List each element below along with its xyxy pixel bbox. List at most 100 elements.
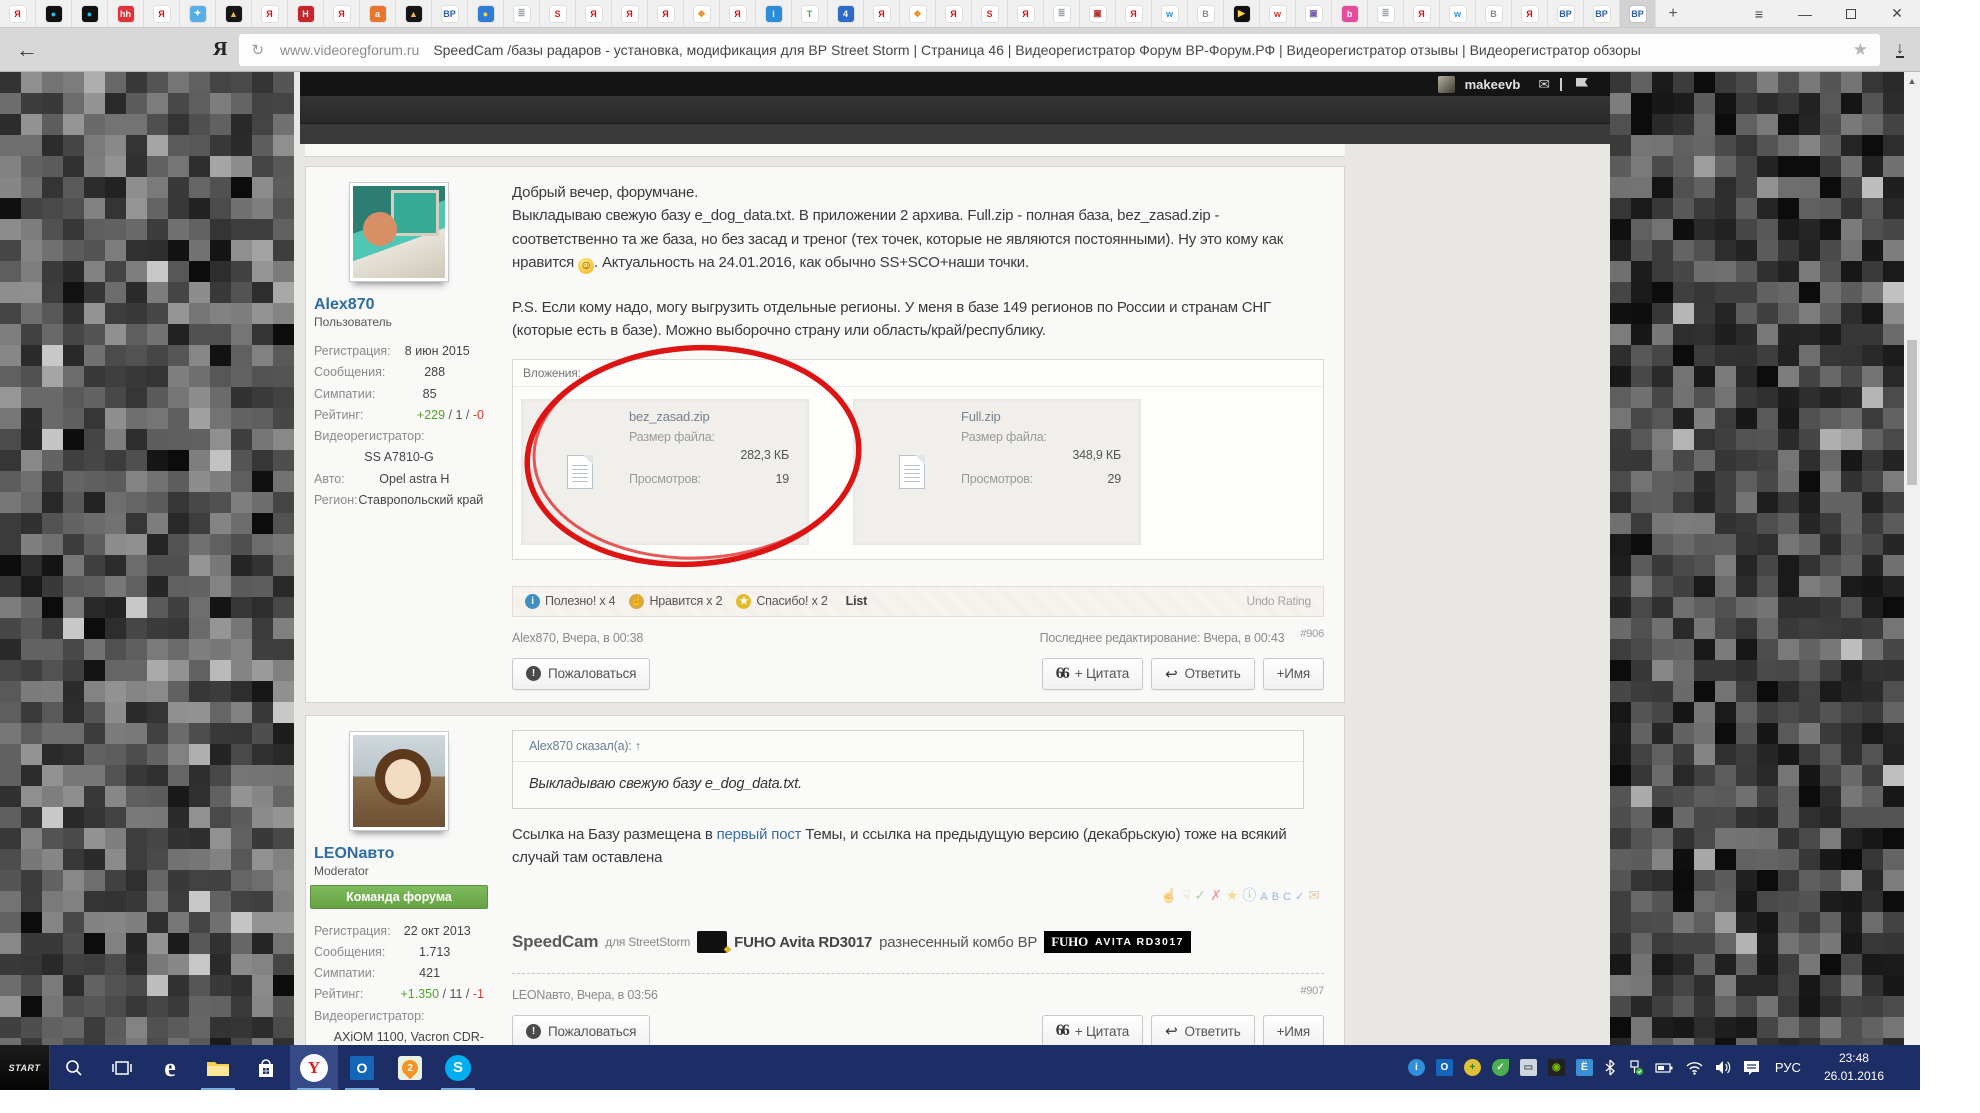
browser-tab[interactable]: Я	[612, 0, 648, 27]
moderator-rating-icons[interactable]: ☝☟✓✗★ⓘABC✓✉	[512, 885, 1324, 905]
browser-tab[interactable]: ◆	[900, 0, 936, 27]
file-explorer-button[interactable]	[194, 1045, 242, 1090]
reply-button[interactable]: ↩Ответить	[1151, 658, 1254, 690]
browser-tab[interactable]: Я	[720, 0, 756, 27]
account-name[interactable]: makeevb	[1465, 77, 1521, 92]
nvidia-icon[interactable]: ◉	[1548, 1059, 1565, 1076]
username-link[interactable]: LEONавто	[314, 845, 484, 863]
action-center-icon[interactable]	[1743, 1060, 1760, 1076]
hidden-icons-button[interactable]: i	[1408, 1059, 1425, 1076]
browser-tab[interactable]: BP	[1620, 0, 1656, 27]
browser-tab[interactable]: Я	[1404, 0, 1440, 27]
avatar[interactable]	[349, 731, 449, 831]
signature-speedcam-link[interactable]: SpeedCam	[512, 932, 598, 952]
report-button[interactable]: !Пожаловаться	[512, 658, 650, 690]
window-close-button[interactable]: ✕	[1874, 0, 1920, 27]
browser-tab[interactable]: Я	[0, 0, 36, 27]
browser-tab[interactable]: Я	[144, 0, 180, 27]
browser-tab[interactable]: S	[540, 0, 576, 27]
browser-tab[interactable]: ▣	[1080, 0, 1116, 27]
browser-tab[interactable]: Я	[1116, 0, 1152, 27]
taskbar-clock[interactable]: 23:48 26.01.2016	[1824, 1050, 1884, 1085]
url-box[interactable]: ↻ www.videoregforum.ru SpeedCam /базы ра…	[239, 34, 1880, 66]
translator-icon[interactable]: Ё	[1576, 1059, 1593, 1076]
browser-tab[interactable]: BP	[432, 0, 468, 27]
yandex-browser-button[interactable]: Y	[290, 1045, 338, 1090]
box-icon[interactable]: ✉	[1308, 887, 1324, 903]
name-button[interactable]: +Имя	[1263, 658, 1324, 690]
browser-tab[interactable]: ●	[72, 0, 108, 27]
post-number[interactable]: #907	[1300, 985, 1324, 997]
yandex-logo[interactable]: Я	[213, 38, 227, 61]
post-number[interactable]: #906	[1300, 628, 1324, 640]
bookmark-star-icon[interactable]: ★	[1853, 40, 1868, 60]
browser-tab[interactable]: Я	[1008, 0, 1044, 27]
browser-tab[interactable]: ≣	[1044, 0, 1080, 27]
browser-tab[interactable]: ▶	[1224, 0, 1260, 27]
language-indicator[interactable]: РУС	[1775, 1060, 1801, 1075]
browser-tab[interactable]: a	[360, 0, 396, 27]
browser-tab[interactable]: BP	[1584, 0, 1620, 27]
touchpad-icon[interactable]: ▭	[1520, 1059, 1537, 1076]
name-button[interactable]: +Имя	[1263, 1015, 1324, 1047]
browser-tab[interactable]: ≣	[504, 0, 540, 27]
attachment-filename[interactable]: Full.zip	[961, 409, 1127, 424]
edge-button[interactable]: e	[146, 1045, 194, 1090]
battery-icon[interactable]	[1655, 1059, 1674, 1076]
browser-tab[interactable]: B	[1188, 0, 1224, 27]
start-button[interactable]: START	[0, 1045, 50, 1090]
windows-store-button[interactable]	[242, 1045, 290, 1090]
browser-tab[interactable]: BP	[1548, 0, 1584, 27]
browser-tab[interactable]: S	[972, 0, 1008, 27]
undo-rating-link[interactable]: Undo Rating	[1246, 594, 1311, 608]
post-author-date[interactable]: LEONавто, Вчера, в 03:56	[512, 988, 658, 1002]
browser-tab[interactable]: ◆	[684, 0, 720, 27]
browser-tab[interactable]: hh	[108, 0, 144, 27]
browser-tab[interactable]: ▲	[396, 0, 432, 27]
skype-button[interactable]: S	[434, 1045, 482, 1090]
browser-tab[interactable]: B	[1476, 0, 1512, 27]
green-check-icon[interactable]: ✓	[1492, 1059, 1509, 1076]
browser-tab[interactable]: w	[1152, 0, 1188, 27]
report-button[interactable]: !Пожаловаться	[512, 1015, 650, 1047]
browser-tab[interactable]: b	[1332, 0, 1368, 27]
browser-tab[interactable]: ●	[36, 0, 72, 27]
browser-tab[interactable]: 4	[828, 0, 864, 27]
browser-menu-button[interactable]: ≡	[1736, 0, 1782, 27]
account-avatar[interactable]	[1438, 76, 1455, 93]
browser-tab[interactable]: i	[756, 0, 792, 27]
browser-tab[interactable]: T	[792, 0, 828, 27]
quote-jump-arrow[interactable]: ↑	[635, 739, 641, 753]
browser-tab[interactable]: Я	[576, 0, 612, 27]
agree-check-icon[interactable]: ✓	[1194, 887, 1210, 903]
outlook-tray-icon[interactable]: O	[1436, 1059, 1453, 1076]
back-button[interactable]: ←	[16, 37, 38, 63]
alerts-flag-icon[interactable]	[1560, 78, 1588, 91]
page-url[interactable]: www.videoregforum.ru	[280, 42, 419, 58]
post-author-date[interactable]: Alex870, Вчера, в 00:38	[512, 631, 643, 645]
task-view-button[interactable]	[98, 1045, 146, 1090]
quote-button[interactable]: 66+ Цитата	[1042, 1015, 1143, 1047]
browser-tab[interactable]: Я	[1512, 0, 1548, 27]
browser-tab[interactable]: ●	[468, 0, 504, 27]
browser-tab[interactable]: Я	[324, 0, 360, 27]
disagree-x-icon[interactable]: ✗	[1210, 887, 1226, 903]
page-scrollbar[interactable]: ▲	[1904, 72, 1920, 1045]
award-star-icon[interactable]: ★	[1226, 887, 1243, 903]
browser-tab[interactable]: w	[1440, 0, 1476, 27]
quote-button[interactable]: 66+ Цитата	[1042, 658, 1143, 690]
first-post-link[interactable]: первый пост	[717, 826, 802, 843]
avatar[interactable]	[349, 182, 449, 282]
new-tab-button[interactable]: +	[1656, 0, 1690, 27]
thumb-up-icon[interactable]: ☝	[1160, 887, 1181, 903]
browser-tab[interactable]: Я	[864, 0, 900, 27]
browser-tab[interactable]: ▣	[1296, 0, 1332, 27]
browser-tab[interactable]: Я	[252, 0, 288, 27]
refresh-icon[interactable]: ↻	[251, 41, 264, 59]
attachment-tile[interactable]: bez_zasad.zip Размер файла: 282,3 КБ Про…	[521, 399, 809, 545]
scrollbar-up-arrow[interactable]: ▲	[1904, 72, 1920, 86]
reply-button[interactable]: ↩Ответить	[1151, 1015, 1254, 1047]
attachment-tile[interactable]: Full.zip Размер файла: 348,9 КБ Просмотр…	[853, 399, 1141, 545]
browser-tab[interactable]: ✦	[180, 0, 216, 27]
rating-list-link[interactable]: List	[846, 594, 867, 608]
